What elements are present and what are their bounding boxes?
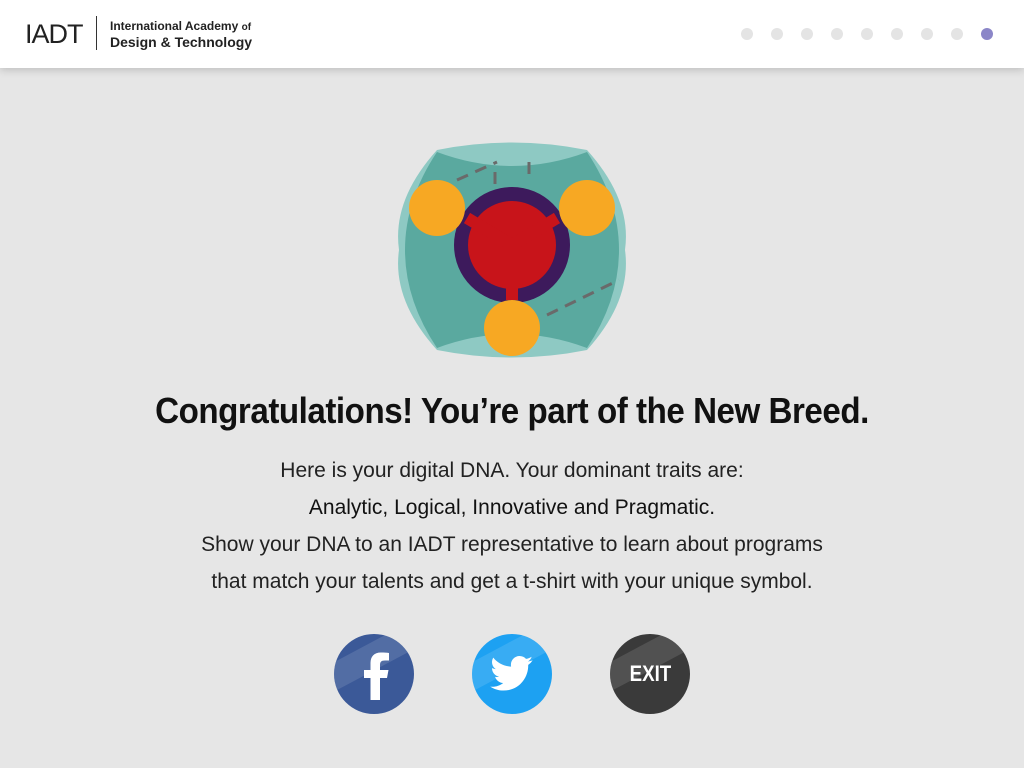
progress-dot-1[interactable] (741, 28, 753, 40)
progress-dot-7[interactable] (921, 28, 933, 40)
progress-dots (741, 28, 993, 40)
symbol-orange-node-left (409, 180, 465, 236)
congratulations-headline: Congratulations! You’re part of the New … (155, 390, 869, 431)
facebook-share-button[interactable] (334, 634, 414, 714)
logo-line-1: International Academy (110, 19, 239, 33)
symbol-orange-node-right (559, 180, 615, 236)
progress-dot-3[interactable] (801, 28, 813, 40)
share-buttons: EXIT (0, 634, 1024, 714)
header: IADT International Academy of Design & T… (0, 0, 1024, 68)
exit-button[interactable]: EXIT (610, 634, 690, 714)
progress-dot-2[interactable] (771, 28, 783, 40)
iadt-logo-text: International Academy of Design & Techno… (110, 19, 252, 49)
logo-divider (96, 16, 97, 50)
results-description: Here is your digital DNA. Your dominant … (0, 452, 1024, 600)
progress-dot-5[interactable] (861, 28, 873, 40)
iadt-logo-mark: IADT (25, 19, 84, 49)
progress-dot-6[interactable] (891, 28, 903, 40)
progress-dot-9[interactable] (981, 28, 993, 40)
dna-intro-line: Here is your digital DNA. Your dominant … (280, 459, 744, 482)
progress-dot-4[interactable] (831, 28, 843, 40)
progress-dot-8[interactable] (951, 28, 963, 40)
twitter-icon (490, 656, 533, 691)
twitter-share-button[interactable] (472, 634, 552, 714)
exit-label: EXIT (629, 661, 671, 686)
facebook-icon (364, 652, 389, 700)
dominant-traits: Analytic, Logical, Innovative and Pragma… (308, 496, 716, 519)
representative-line: Show your DNA to an IADT representative … (201, 533, 823, 556)
logo-of: of (241, 22, 252, 33)
symbol-orange-node-bottom (484, 300, 540, 356)
tshirt-line: that match your talents and get a t-shir… (211, 570, 813, 593)
dna-symbol (398, 142, 626, 358)
logo-line-2: Design & Technology (110, 34, 253, 50)
